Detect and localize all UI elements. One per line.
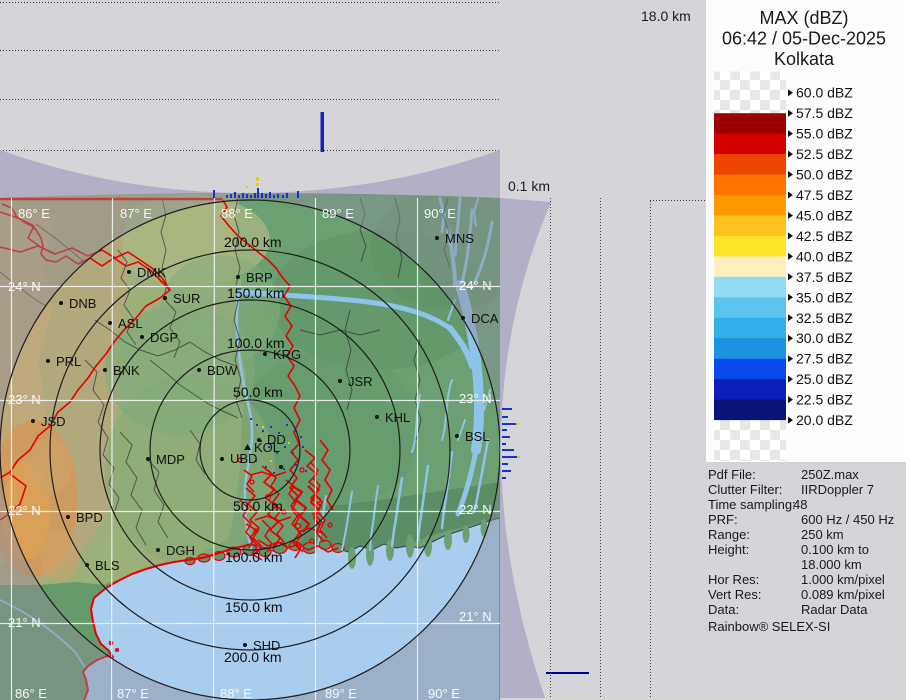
svg-text:150.0 km: 150.0 km (225, 599, 283, 615)
svg-text:JSD: JSD (41, 414, 66, 429)
svg-text:50.0 km: 50.0 km (233, 498, 283, 514)
svg-text:50.0 km: 50.0 km (233, 384, 283, 400)
svg-text:21° N: 21° N (8, 615, 41, 630)
svg-text:Range:: Range: (708, 527, 750, 542)
svg-text:89° E: 89° E (325, 686, 357, 700)
svg-text:Kolkata: Kolkata (774, 49, 835, 69)
svg-text:86° E: 86° E (18, 206, 50, 221)
svg-text:Time sampling:: Time sampling: (708, 497, 796, 512)
svg-text:45.0 dBZ: 45.0 dBZ (796, 208, 853, 224)
svg-text:BSL: BSL (465, 429, 490, 444)
svg-text:60.0 dBZ: 60.0 dBZ (796, 85, 853, 101)
svg-text:23° N: 23° N (8, 392, 41, 407)
svg-text:0.1 km: 0.1 km (508, 178, 550, 194)
svg-text:0.100 km to: 0.100 km to (801, 542, 869, 557)
svg-text:200.0 km: 200.0 km (224, 234, 282, 250)
svg-text:21° N: 21° N (459, 609, 492, 624)
svg-text:50.0 dBZ: 50.0 dBZ (796, 167, 853, 183)
svg-text:IIRDoppler 7: IIRDoppler 7 (801, 482, 874, 497)
svg-text:Vert Res:: Vert Res: (708, 587, 761, 602)
svg-text:35.0 dBZ: 35.0 dBZ (796, 289, 853, 305)
svg-text:BNK: BNK (113, 363, 140, 378)
svg-text:600 Hz / 450 Hz: 600 Hz / 450 Hz (801, 512, 894, 527)
svg-text:42.5 dBZ: 42.5 dBZ (796, 228, 853, 244)
svg-text:MAX (dBZ): MAX (dBZ) (759, 8, 848, 28)
svg-text:90° E: 90° E (424, 206, 456, 221)
svg-text:DGH: DGH (166, 543, 195, 558)
svg-text:23° N: 23° N (459, 391, 492, 406)
svg-text:150.0 km: 150.0 km (227, 285, 285, 301)
svg-text:Rainbow® SELEX-SI: Rainbow® SELEX-SI (708, 619, 830, 634)
svg-text:KOL: KOL (254, 440, 280, 455)
svg-text:22° N: 22° N (459, 502, 492, 517)
svg-text:27.5 dBZ: 27.5 dBZ (796, 351, 853, 367)
svg-text:52.5 dBZ: 52.5 dBZ (796, 146, 853, 162)
svg-text:DNB: DNB (69, 296, 96, 311)
svg-text:88° E: 88° E (221, 206, 253, 221)
svg-text:47.5 dBZ: 47.5 dBZ (796, 187, 853, 203)
svg-text:1.000 km/pixel: 1.000 km/pixel (801, 572, 885, 587)
svg-text:Hor Res:: Hor Res: (708, 572, 759, 587)
svg-text:40.0 dBZ: 40.0 dBZ (796, 248, 853, 264)
svg-text:06:42 / 05-Dec-2025: 06:42 / 05-Dec-2025 (722, 29, 886, 49)
svg-text:88° E: 88° E (220, 686, 252, 700)
svg-text:250 km: 250 km (801, 527, 844, 542)
svg-text:24° N: 24° N (8, 279, 41, 294)
svg-text:0.089 km/pixel: 0.089 km/pixel (801, 587, 885, 602)
svg-text:22.5 dBZ: 22.5 dBZ (796, 392, 853, 408)
svg-text:18.0 km: 18.0 km (641, 8, 691, 24)
svg-text:BDW: BDW (207, 363, 238, 378)
svg-text:KHL: KHL (385, 410, 410, 425)
svg-text:25.0 dBZ: 25.0 dBZ (796, 371, 853, 387)
svg-text:32.5 dBZ: 32.5 dBZ (796, 310, 853, 326)
svg-text:100.0 km: 100.0 km (227, 335, 285, 351)
svg-text:MNS: MNS (445, 231, 474, 246)
svg-text:90° E: 90° E (428, 686, 460, 700)
svg-text:Height:: Height: (708, 542, 749, 557)
svg-text:37.5 dBZ: 37.5 dBZ (796, 269, 853, 285)
svg-text:BPD: BPD (76, 510, 103, 525)
svg-text:Pdf File:: Pdf File: (708, 467, 756, 482)
svg-text:PRL: PRL (56, 354, 81, 369)
svg-text:200.0 km: 200.0 km (224, 649, 282, 665)
svg-text:250Z.max: 250Z.max (801, 467, 859, 482)
svg-text:DCA: DCA (471, 311, 499, 326)
svg-text:89° E: 89° E (322, 206, 354, 221)
svg-text:Clutter Filter:: Clutter Filter: (708, 482, 782, 497)
svg-text:20.0 dBZ: 20.0 dBZ (796, 412, 853, 428)
svg-text:22° N: 22° N (8, 503, 41, 518)
svg-text:PRF:: PRF: (708, 512, 738, 527)
svg-text:DGP: DGP (150, 330, 178, 345)
svg-text:JSR: JSR (348, 374, 373, 389)
svg-text:Radar Data: Radar Data (801, 602, 868, 617)
svg-text:SUR: SUR (173, 291, 200, 306)
svg-text:48: 48 (793, 497, 807, 512)
svg-text:86° E: 86° E (15, 686, 47, 700)
svg-text:ASL: ASL (118, 316, 143, 331)
svg-text:55.0 dBZ: 55.0 dBZ (796, 126, 853, 142)
svg-text:DMK: DMK (137, 265, 166, 280)
svg-text:24° N: 24° N (459, 278, 492, 293)
svg-text:87° E: 87° E (120, 206, 152, 221)
svg-text:87° E: 87° E (117, 686, 149, 700)
svg-text:30.0 dBZ: 30.0 dBZ (796, 330, 853, 346)
svg-text:Data:: Data: (708, 602, 739, 617)
svg-text:BLS: BLS (95, 558, 120, 573)
svg-text:57.5 dBZ: 57.5 dBZ (796, 105, 853, 121)
svg-text:100.0 km: 100.0 km (225, 549, 283, 565)
svg-text:BRP: BRP (246, 270, 273, 285)
svg-text:MDP: MDP (156, 452, 185, 467)
svg-text:18.000 km: 18.000 km (801, 557, 862, 572)
